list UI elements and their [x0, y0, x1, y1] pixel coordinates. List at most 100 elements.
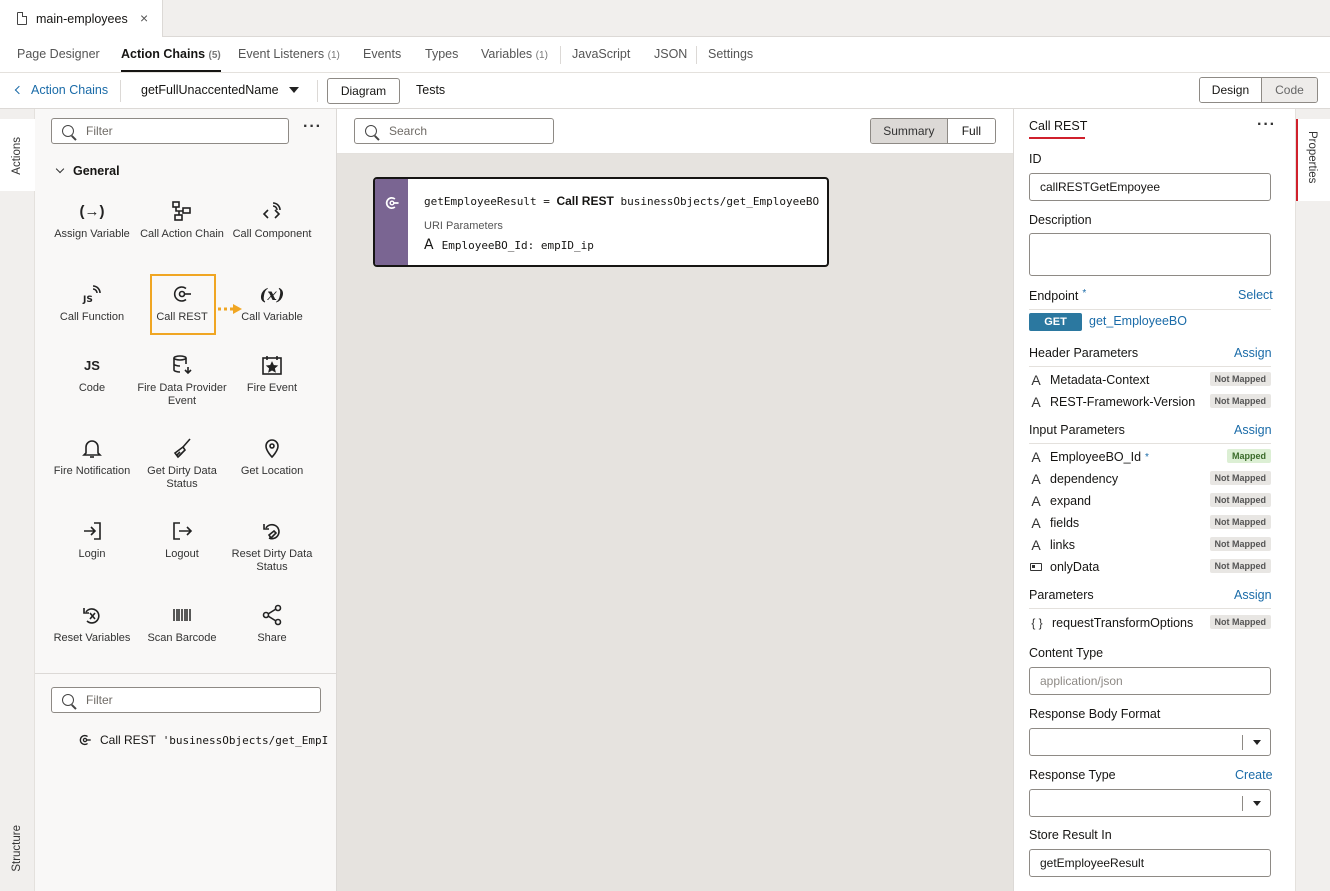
reset-dirty-icon	[227, 518, 317, 544]
id-label: ID	[1029, 152, 1042, 166]
file-tab-main-employees[interactable]: main-employees ×	[0, 0, 163, 37]
actions-filter-input[interactable]: Filter	[51, 118, 289, 144]
tab-javascript[interactable]: JavaScript	[572, 47, 630, 61]
assign-header-params-link[interactable]: Assign	[1234, 346, 1272, 360]
content-type-label: Content Type	[1029, 646, 1104, 660]
description-textarea[interactable]	[1029, 233, 1271, 276]
string-type-icon: A	[1031, 515, 1041, 531]
input-params-label: Input Parameters	[1029, 423, 1125, 437]
structure-item-call-rest[interactable]: Call REST 'businessObjects/get_EmpI	[78, 733, 328, 747]
divider	[1029, 443, 1271, 444]
structure-filter-input[interactable]: Filter	[51, 687, 321, 713]
call-rest-node[interactable]: getEmployeeResult = Call REST businessOb…	[373, 177, 829, 267]
input-param-row[interactable]: Adependency Not Mapped	[1029, 470, 1271, 488]
tab-events[interactable]: Events	[363, 47, 401, 61]
action-reset-variables[interactable]: Reset Variables	[47, 602, 137, 645]
back-to-action-chains-link[interactable]: Action Chains	[14, 83, 108, 97]
action-scan-barcode[interactable]: Scan Barcode	[137, 602, 227, 645]
login-icon	[47, 518, 137, 544]
action-chain-selector[interactable]: getFullUnaccentedName	[141, 83, 299, 97]
string-type-icon: A	[1031, 394, 1041, 410]
action-call-variable[interactable]: (x) Call Variable	[227, 281, 317, 324]
input-param-row[interactable]: onlyData Not Mapped	[1029, 558, 1271, 576]
section-general[interactable]: General	[55, 164, 120, 178]
call-rest-icon	[79, 734, 91, 746]
rail-tab-actions[interactable]: Actions	[0, 119, 35, 191]
rail-tab-properties[interactable]: Properties	[1296, 119, 1330, 201]
response-body-format-select[interactable]	[1029, 728, 1271, 756]
full-button[interactable]: Full	[947, 119, 995, 143]
input-param-row[interactable]: Afields Not Mapped	[1029, 514, 1271, 532]
response-type-select[interactable]	[1029, 789, 1271, 817]
reset-variables-icon	[47, 602, 137, 628]
create-response-type-link[interactable]: Create	[1235, 768, 1273, 782]
action-call-component[interactable]: Call Component	[227, 198, 317, 241]
action-reset-dirty-data-status[interactable]: Reset Dirty Data Status	[227, 518, 317, 574]
action-get-dirty-data-status[interactable]: Get Dirty Data Status	[137, 435, 227, 491]
action-fire-data-provider-event[interactable]: Fire Data Provider Event	[137, 352, 227, 408]
summary-full-toggle: Summary Full	[870, 118, 996, 144]
call-function-icon: JS	[47, 281, 137, 307]
string-type-icon: A	[1031, 372, 1041, 388]
tab-action-chains[interactable]: Action Chains (5)	[121, 47, 221, 72]
assign-variable-icon: (→)	[79, 202, 105, 220]
parameter-row[interactable]: { } requestTransformOptions Not Mapped	[1029, 614, 1271, 632]
tab-variables[interactable]: Variables (1)	[481, 47, 548, 61]
action-call-action-chain[interactable]: Call Action Chain	[137, 198, 227, 241]
call-action-chain-icon	[137, 198, 227, 224]
store-result-label: Store Result In	[1029, 828, 1112, 842]
select-endpoint-link[interactable]: Select	[1238, 288, 1273, 302]
mapping-status-badge: Not Mapped	[1209, 537, 1271, 551]
action-call-function[interactable]: JS Call Function	[47, 281, 137, 324]
string-type-icon: A	[424, 237, 434, 253]
assign-parameters-link[interactable]: Assign	[1234, 588, 1272, 602]
mapping-status-badge: Not Mapped	[1209, 394, 1271, 408]
tab-separator	[560, 46, 561, 64]
input-param-row[interactable]: Alinks Not Mapped	[1029, 536, 1271, 554]
assign-input-params-link[interactable]: Assign	[1234, 423, 1272, 437]
tab-json[interactable]: JSON	[654, 47, 687, 61]
endpoint-link[interactable]: get_EmployeeBO	[1089, 314, 1187, 328]
input-param-row[interactable]: Aexpand Not Mapped	[1029, 492, 1271, 510]
diagram-button[interactable]: Diagram	[327, 78, 400, 104]
share-icon	[227, 602, 317, 628]
action-call-rest[interactable]: Call REST	[137, 281, 227, 324]
divider	[1029, 309, 1271, 310]
header-param-row[interactable]: A Metadata-Context Not Mapped	[1029, 371, 1271, 389]
header-param-row[interactable]: A REST-Framework-Version Not Mapped	[1029, 393, 1271, 411]
node-uri-params-label: URI Parameters	[424, 220, 503, 232]
action-get-location[interactable]: Get Location	[227, 435, 317, 478]
description-label: Description	[1029, 213, 1092, 227]
action-fire-event[interactable]: Fire Event	[227, 352, 317, 395]
tab-event-listeners[interactable]: Event Listeners (1)	[238, 47, 340, 61]
mapping-status-badge: Not Mapped	[1209, 559, 1271, 573]
design-code-toggle: Design Code	[1199, 77, 1318, 103]
tab-settings[interactable]: Settings	[708, 47, 753, 61]
action-login[interactable]: Login	[47, 518, 137, 561]
code-button[interactable]: Code	[1261, 78, 1317, 102]
action-share[interactable]: Share	[227, 602, 317, 645]
close-icon[interactable]: ×	[140, 10, 148, 26]
more-options-icon[interactable]: ···	[1257, 116, 1276, 134]
design-button[interactable]: Design	[1200, 78, 1262, 102]
store-result-input[interactable]: getEmployeeResult	[1029, 849, 1271, 877]
canvas-search-input[interactable]: Search	[354, 118, 554, 144]
toolbar-separator	[317, 80, 318, 102]
id-input[interactable]: callRESTGetEmpoyee	[1029, 173, 1271, 201]
tab-types[interactable]: Types	[425, 47, 458, 61]
summary-button[interactable]: Summary	[871, 119, 948, 143]
action-logout[interactable]: Logout	[137, 518, 227, 561]
input-param-row[interactable]: A EmployeeBO_Id * Mapped	[1029, 448, 1271, 466]
tab-page-designer[interactable]: Page Designer	[17, 47, 100, 61]
action-code[interactable]: JS Code	[47, 352, 137, 395]
rail-tab-structure[interactable]: Structure	[11, 825, 23, 872]
content-type-input[interactable]: application/json	[1029, 667, 1271, 695]
more-options-icon[interactable]: ···	[303, 118, 322, 136]
action-assign-variable[interactable]: (→) Assign Variable	[47, 198, 137, 241]
action-fire-notification[interactable]: Fire Notification	[47, 435, 137, 478]
properties-title: Call REST	[1029, 119, 1087, 139]
search-icon	[62, 694, 74, 706]
fire-event-icon	[227, 352, 317, 378]
string-type-icon: A	[1031, 449, 1041, 465]
tests-button[interactable]: Tests	[416, 83, 445, 97]
